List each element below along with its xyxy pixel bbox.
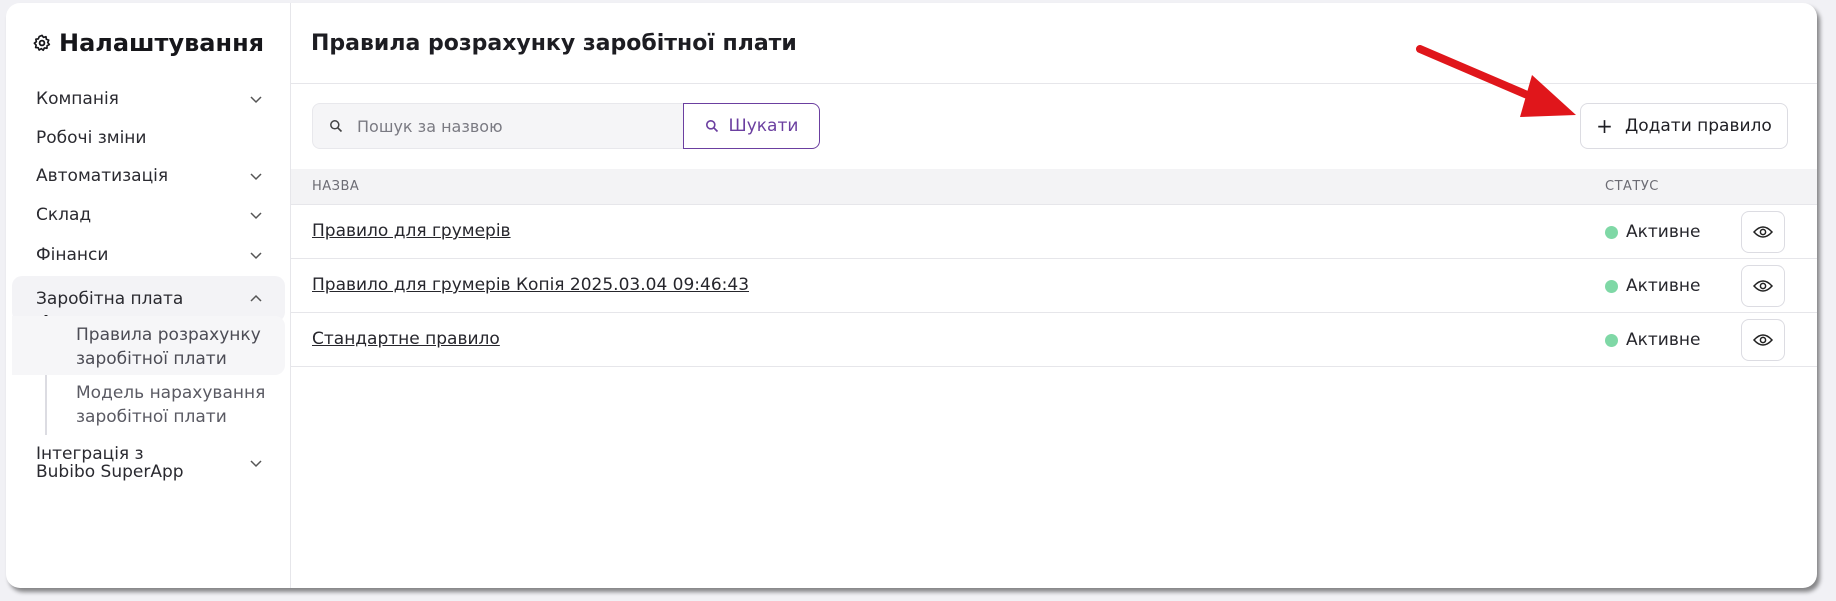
status-badge: Активне bbox=[1605, 276, 1700, 296]
view-button[interactable] bbox=[1741, 265, 1785, 307]
search-icon bbox=[330, 120, 343, 133]
view-button[interactable] bbox=[1741, 319, 1785, 361]
eye-icon bbox=[1753, 334, 1773, 346]
main-content: Правила розрахунку заробітної плати Шука… bbox=[6, 3, 1817, 588]
status-text: Активне bbox=[1626, 276, 1701, 296]
status-badge: Активне bbox=[1605, 222, 1700, 242]
table-row: Правило для грумерів Активне bbox=[291, 206, 1817, 259]
view-button[interactable] bbox=[1741, 211, 1785, 253]
search-field[interactable] bbox=[312, 103, 684, 149]
table-row: Правило для грумерів Копія 2025.03.04 09… bbox=[291, 260, 1817, 313]
status-badge: Активне bbox=[1605, 330, 1700, 350]
status-dot-icon bbox=[1605, 333, 1618, 347]
status-text: Активне bbox=[1626, 222, 1701, 242]
eye-icon bbox=[1753, 226, 1773, 238]
search-button[interactable]: Шукати bbox=[683, 103, 820, 149]
header-divider bbox=[291, 83, 1817, 84]
status-text: Активне bbox=[1626, 330, 1701, 350]
search-input[interactable] bbox=[357, 116, 657, 136]
table-row: Стандартне правило Активне bbox=[291, 314, 1817, 367]
status-dot-icon bbox=[1605, 225, 1618, 239]
column-header-name: НАЗВА bbox=[312, 179, 360, 194]
table-header: НАЗВА СТАТУС bbox=[291, 169, 1817, 205]
add-rule-button[interactable]: + Додати правило bbox=[1580, 103, 1788, 149]
status-dot-icon bbox=[1605, 279, 1618, 293]
search-button-label: Шукати bbox=[728, 116, 799, 136]
search-icon bbox=[705, 120, 718, 133]
column-header-status: СТАТУС bbox=[1605, 179, 1659, 194]
eye-icon bbox=[1753, 280, 1773, 292]
add-rule-button-label: Додати правило bbox=[1624, 116, 1772, 136]
rule-name-link[interactable]: Стандартне правило bbox=[312, 329, 500, 349]
annotation-arrow-icon bbox=[1416, 45, 1576, 117]
rule-name-link[interactable]: Правило для грумерів Копія 2025.03.04 09… bbox=[312, 275, 749, 295]
plus-icon: + bbox=[1596, 114, 1613, 138]
rule-name-link[interactable]: Правило для грумерів bbox=[312, 221, 511, 241]
page-title: Правила розрахунку заробітної плати bbox=[311, 31, 797, 56]
